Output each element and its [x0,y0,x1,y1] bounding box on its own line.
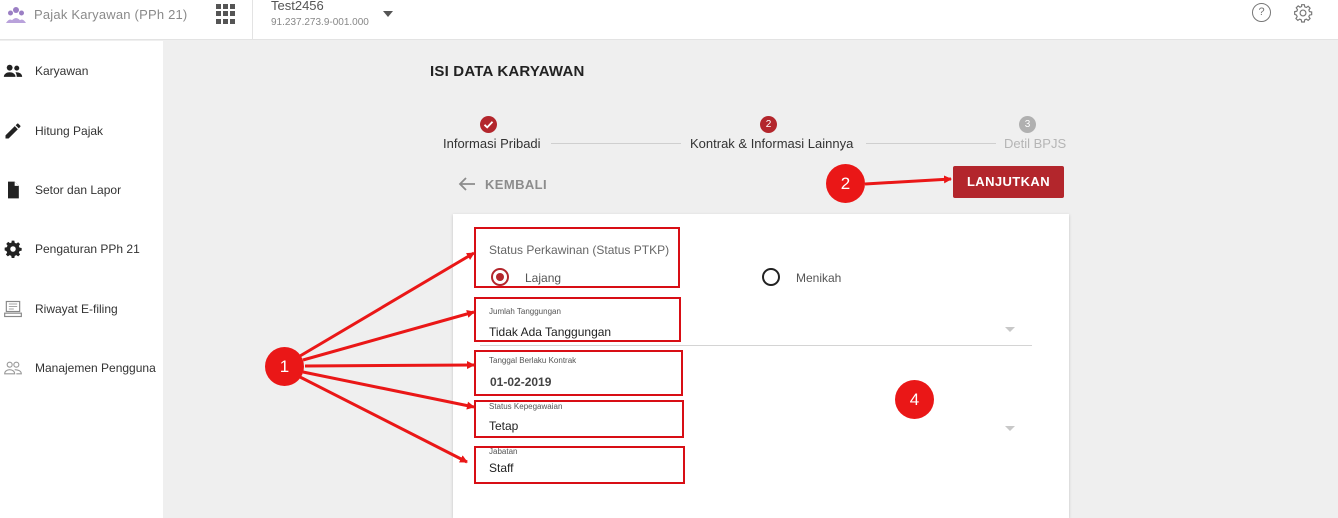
arrow-to-dependents [302,310,475,362]
annotation-badge-4: 4 [895,380,934,419]
arrow-to-contract-date [304,361,475,370]
annotation-arrows [299,175,952,464]
annotation-badge-2: 2 [826,164,865,203]
arrow-to-employment-status [302,370,475,410]
annotation-badge-1: 1 [265,347,304,386]
arrow-to-marital-status [299,251,475,358]
arrow-to-next-button [864,175,952,186]
